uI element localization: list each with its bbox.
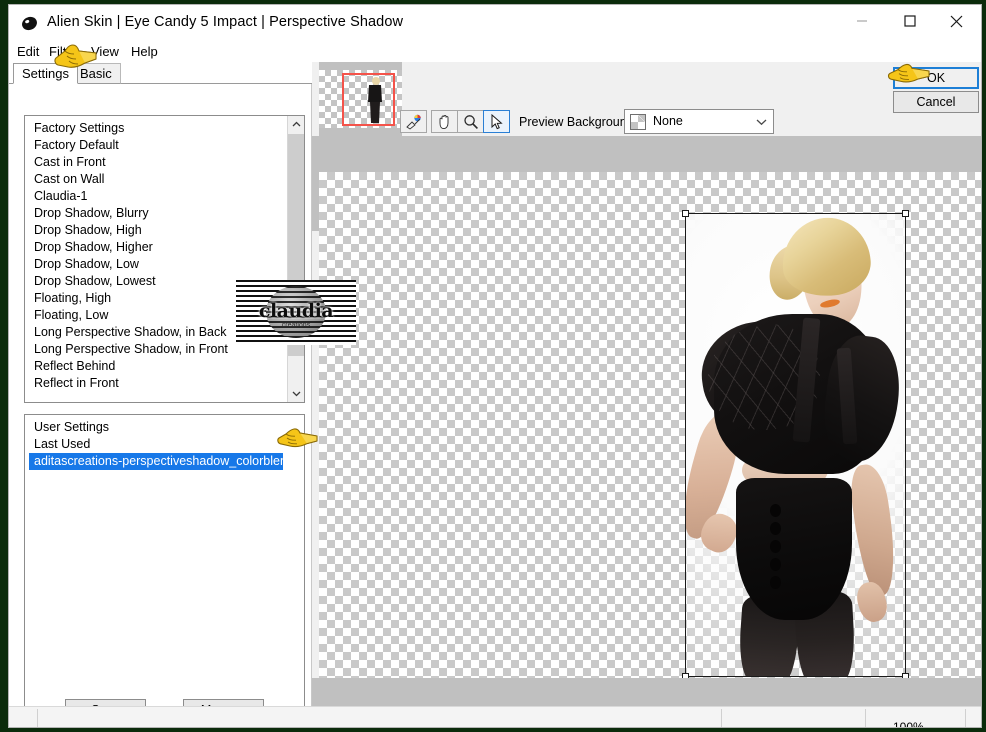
status-divider: [37, 709, 38, 727]
user-list-scrollbar[interactable]: [287, 415, 304, 725]
list-item[interactable]: Factory Settings: [25, 120, 287, 137]
hand-icon: [439, 114, 448, 130]
list-item[interactable]: Last Used: [25, 436, 287, 453]
arrow-cursor-icon: [491, 113, 503, 129]
user-settings-list[interactable]: User Settings Last Used aditascreations-…: [24, 414, 305, 726]
pointer-filter-menu: [54, 44, 97, 68]
user-settings-items: User Settings Last Used aditascreations-…: [25, 415, 304, 725]
canvas-bottom-band: [312, 678, 981, 706]
watermark-text: claudia: [258, 300, 334, 322]
status-bar: 100%: [9, 706, 981, 728]
chevron-up-icon[interactable]: [288, 116, 304, 133]
preview-background-select[interactable]: None: [624, 109, 774, 134]
preview-area: Preview Background: None OK Cancel: [312, 62, 981, 706]
list-item[interactable]: Cast on Wall: [25, 171, 287, 188]
navigator-viewport-rect[interactable]: [342, 73, 395, 126]
pointer-user-setting: [277, 428, 318, 448]
selection-marquee[interactable]: [682, 210, 909, 678]
list-item[interactable]: Reflect Behind: [25, 358, 287, 375]
zoom-tool[interactable]: [457, 110, 484, 133]
close-button[interactable]: [933, 5, 979, 37]
pan-tool[interactable]: [431, 110, 458, 133]
list-item[interactable]: Factory Default: [25, 137, 287, 154]
list-item-selected[interactable]: aditascreations-perspectiveshadow_colorb…: [29, 453, 304, 470]
select-tool[interactable]: [483, 110, 510, 133]
claudia-watermark: claudia creations: [236, 280, 356, 345]
status-divider: [965, 709, 966, 727]
preview-canvas[interactable]: [319, 172, 981, 678]
list-item[interactable]: Drop Shadow, Low: [25, 256, 287, 273]
alien-skin-icon: [21, 15, 38, 32]
list-item[interactable]: User Settings: [25, 419, 287, 436]
list-item[interactable]: Reflect in Front: [25, 375, 287, 392]
zoom-level-indicator: 100%: [893, 720, 924, 728]
factory-list-scrollbar[interactable]: [287, 116, 304, 402]
status-divider: [865, 709, 866, 727]
pointer-ok-button: [887, 63, 930, 83]
screen: Alien Skin | Eye Candy 5 Impact | Perspe…: [0, 0, 986, 732]
menu-item-help[interactable]: Help: [127, 43, 162, 60]
preview-toolbar: Preview Background: None OK Cancel: [312, 62, 981, 136]
list-item[interactable]: Drop Shadow, Blurry: [25, 205, 287, 222]
list-item[interactable]: Drop Shadow, Higher: [25, 239, 287, 256]
preview-background-label: Preview Background:: [519, 115, 638, 129]
selection-handle-top-left[interactable]: [682, 210, 689, 217]
navigator-thumbnail[interactable]: [319, 62, 402, 136]
transparent-checker-swatch: [630, 114, 646, 130]
cancel-button[interactable]: Cancel: [893, 91, 979, 113]
minimize-button[interactable]: [839, 5, 885, 37]
status-divider: [721, 709, 722, 727]
window-title: Alien Skin | Eye Candy 5 Impact | Perspe…: [47, 14, 404, 30]
maximize-button[interactable]: [887, 5, 933, 37]
list-item[interactable]: Drop Shadow, High: [25, 222, 287, 239]
preview-background-value: None: [653, 114, 683, 128]
plugin-window: Alien Skin | Eye Candy 5 Impact | Perspe…: [8, 4, 982, 728]
list-item[interactable]: Cast in Front: [25, 154, 287, 171]
title-bar: Alien Skin | Eye Candy 5 Impact | Perspe…: [9, 5, 981, 41]
magnifier-icon: [463, 114, 478, 129]
settings-panel-body: Factory Settings Factory Default Cast in…: [9, 84, 312, 726]
selection-handle-top-right[interactable]: [902, 210, 909, 217]
factory-settings-list[interactable]: Factory Settings Factory Default Cast in…: [24, 115, 305, 403]
chevron-down-icon[interactable]: [288, 385, 304, 402]
color-picker-tool[interactable]: [400, 110, 427, 133]
watermark-subtext: creations: [281, 322, 311, 329]
eyedropper-icon: [405, 114, 421, 130]
settings-panel: Basic Settings Factory Settings Factory …: [9, 62, 312, 726]
factory-settings-items: Factory Settings Factory Default Cast in…: [25, 116, 287, 402]
chevron-down-icon[interactable]: [755, 117, 767, 127]
menu-bar: Edit Filter View Help: [9, 41, 981, 62]
menu-item-edit[interactable]: Edit: [13, 43, 43, 60]
list-item[interactable]: Claudia-1: [25, 188, 287, 205]
